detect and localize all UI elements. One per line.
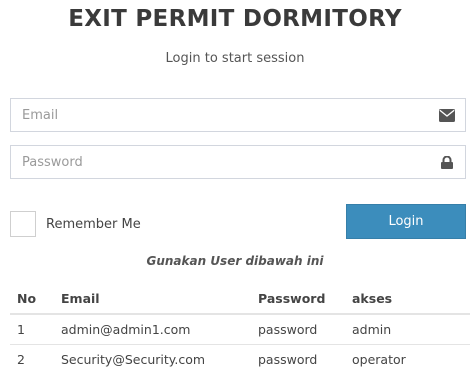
table-row: 1 admin@admin1.com password admin	[10, 313, 470, 345]
password-field-group	[10, 145, 466, 179]
table-row: 2 Security@Security.com password operato…	[10, 344, 470, 374]
table-header-row: No Email Password akses	[10, 284, 470, 315]
login-button[interactable]: Login	[346, 204, 466, 239]
remember-me-checkbox[interactable]	[10, 211, 36, 237]
cell-email: Security@Security.com	[54, 344, 251, 374]
column-header-email: Email	[54, 284, 251, 315]
cell-akses: operator	[345, 344, 470, 374]
page-subtitle: Login to start session	[165, 51, 305, 66]
cell-password: password	[251, 344, 345, 374]
email-input[interactable]	[11, 99, 411, 131]
password-input[interactable]	[11, 146, 411, 178]
cell-no: 1	[10, 313, 54, 345]
cell-email: admin@admin1.com	[54, 313, 251, 345]
cell-no: 2	[10, 344, 54, 374]
column-header-akses: akses	[345, 284, 470, 315]
column-header-no: No	[10, 284, 54, 315]
column-header-password: Password	[251, 284, 345, 315]
remember-me-label: Remember Me	[46, 216, 141, 232]
lock-icon	[441, 156, 453, 169]
cell-akses: admin	[345, 313, 470, 345]
envelope-icon	[439, 109, 455, 122]
page-title: EXIT PERMIT DORMITORY	[68, 6, 402, 32]
email-field-group	[10, 98, 466, 132]
cell-password: password	[251, 313, 345, 345]
user-hint: Gunakan User dibawah ini	[146, 254, 324, 268]
users-table: No Email Password akses 1 admin@admin1.c…	[10, 284, 470, 374]
remember-me: Remember Me	[10, 209, 141, 239]
